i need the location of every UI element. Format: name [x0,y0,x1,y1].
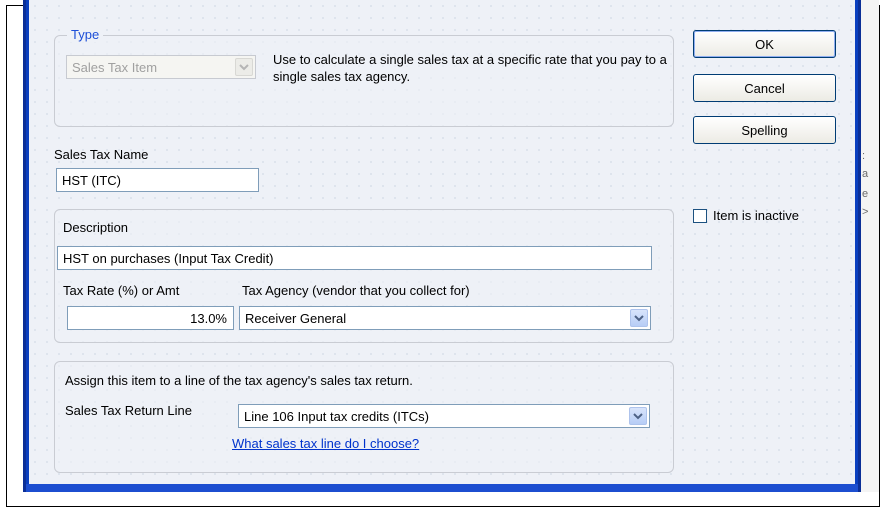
background-text-fragment: : [862,150,866,162]
tax-rate-value: 13.0% [190,310,227,326]
description-input[interactable]: HST on purchases (Input Tax Credit) [57,246,652,270]
description-value: HST on purchases (Input Tax Credit) [63,250,274,266]
chevron-down-icon[interactable] [629,407,647,425]
sales-tax-return-line-label: Sales Tax Return Line [65,403,192,418]
type-dropdown[interactable]: Sales Tax Item [66,55,256,79]
sales-tax-return-line-dropdown[interactable]: Line 106 Input tax credits (ITCs) [238,404,650,428]
tax-rate-label: Tax Rate (%) or Amt [63,283,180,298]
background-text-fragment: > [862,206,869,218]
item-inactive-checkbox[interactable] [693,209,707,223]
type-dropdown-value: Sales Tax Item [72,59,158,75]
sales-tax-name-input[interactable]: HST (ITC) [56,168,259,192]
sales-tax-name-label: Sales Tax Name [54,147,149,162]
item-inactive-label: Item is inactive [713,208,799,223]
background-text-fragment: a [862,168,869,180]
tax-agency-dropdown[interactable]: Receiver General [239,306,651,330]
tax-agency-value: Receiver General [245,310,347,326]
tax-line-help-link[interactable]: What sales tax line do I choose? [232,436,419,451]
type-group-legend: Type [67,27,104,42]
chevron-down-icon [235,58,253,76]
ok-button[interactable]: OK [693,30,836,58]
sales-tax-return-line-value: Line 106 Input tax credits (ITCs) [244,408,429,424]
tax-agency-label: Tax Agency (vendor that you collect for) [242,283,470,298]
type-description: Use to calculate a single sales tax at a… [273,52,667,84]
assign-line-label: Assign this item to a line of the tax ag… [65,373,413,388]
background-window-edge [861,0,879,492]
window-bottom-border [26,484,858,492]
description-label: Description [63,220,129,235]
tax-rate-input[interactable]: 13.0% [67,306,234,330]
cancel-button[interactable]: Cancel [693,74,836,102]
sales-tax-item-dialog: Type Sales Tax Item Use to calculate a s… [29,0,855,484]
sales-tax-name-value: HST (ITC) [62,172,121,188]
spelling-button[interactable]: Spelling [693,116,836,144]
chevron-down-icon[interactable] [630,309,648,327]
background-text-fragment: e [862,188,869,200]
